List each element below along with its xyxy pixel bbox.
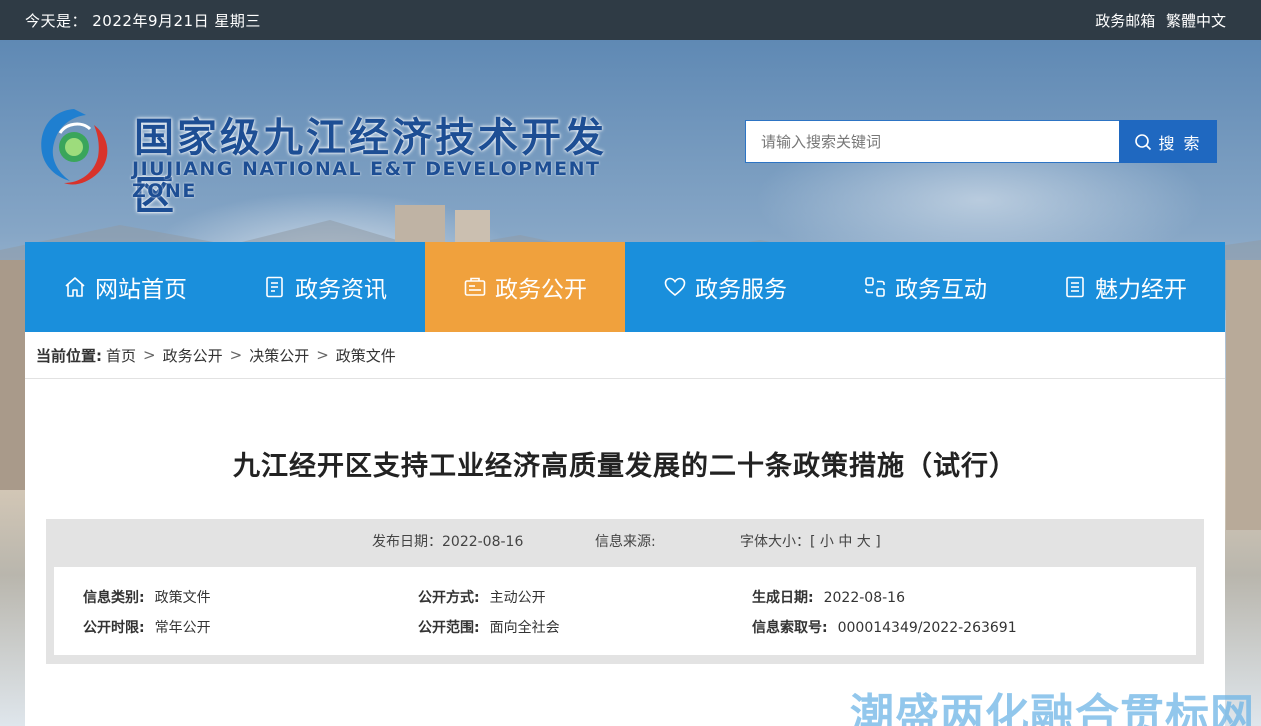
- heart-icon: [664, 277, 686, 297]
- notice-icon: [464, 277, 486, 296]
- info-key: 信息类别:: [83, 590, 145, 606]
- list-icon: [1066, 276, 1084, 298]
- info-key: 公开范围:: [418, 620, 480, 636]
- breadcrumb-decision-open[interactable]: 决策公开: [249, 345, 309, 366]
- info-scope: 公开范围: 面向全社会: [418, 617, 560, 637]
- info-index: 信息索取号: 000014349/2022-263691: [752, 617, 1017, 637]
- nav-item-label: 政务服务: [695, 277, 787, 303]
- interaction-icon: [865, 277, 885, 297]
- date-text: 今天是： 2022年9月21日 星期三: [25, 11, 261, 30]
- info-method: 公开方式: 主动公开: [418, 587, 546, 607]
- info-key: 生成日期:: [752, 590, 814, 606]
- nav-item-interaction[interactable]: 政务互动: [825, 242, 1025, 332]
- traditional-chinese-link[interactable]: 繁體中文: [1166, 12, 1226, 30]
- mailbox-link[interactable]: 政务邮箱: [1095, 12, 1155, 30]
- building-right: [1226, 260, 1261, 530]
- nav-item-label: 网站首页: [95, 277, 187, 303]
- publish-date: 发布日期：2022-08-16: [372, 534, 524, 550]
- search-input[interactable]: [745, 120, 1119, 163]
- nav-item-label: 魅力经开: [1095, 277, 1187, 303]
- info-category: 信息类别: 政策文件: [83, 587, 211, 607]
- info-value: 政策文件: [154, 590, 211, 606]
- search-icon: [1135, 133, 1152, 150]
- search-button[interactable]: 搜 索: [1119, 120, 1217, 163]
- content-panel: 当前位置: 首页 > 政务公开 > 决策公开 > 政策文件 九江经开区支持工业经…: [25, 332, 1225, 726]
- nav-item-services[interactable]: 政务服务: [625, 242, 825, 332]
- home-icon: [65, 277, 85, 297]
- top-links: 政务邮箱 繁體中文: [1089, 10, 1226, 31]
- meta-line: 发布日期：2022-08-16 信息来源: 字体大小：[ 小 中 大 ]: [46, 519, 1204, 559]
- logo-emblem-icon: [41, 109, 108, 185]
- breadcrumb-separator: >: [143, 346, 156, 364]
- info-table: 信息类别: 政策文件 公开方式: 主动公开 生成日期: 2022-08-16 公开时限…: [54, 567, 1196, 655]
- nav-item-news[interactable]: 政务资讯: [225, 242, 425, 332]
- main-nav: 网站首页 政务资讯 政务公开 政务服务 政务互动 魅力经开: [25, 242, 1225, 332]
- search-bar: 搜 索: [745, 120, 1217, 163]
- logo-subtitle: JIUJIANG NATIONAL E&T DEVELOPMENT ZONE: [132, 158, 601, 202]
- breadcrumb-gov-open[interactable]: 政务公开: [163, 345, 223, 366]
- building-left: [0, 260, 25, 490]
- info-source: 信息来源:: [595, 534, 656, 550]
- info-key: 公开方式:: [418, 590, 480, 606]
- breadcrumb-label: 当前位置:: [36, 346, 102, 365]
- breadcrumb: 当前位置: 首页 > 政务公开 > 决策公开 > 政策文件: [25, 332, 1225, 379]
- nav-item-home[interactable]: 网站首页: [25, 242, 225, 332]
- watermark: 潮盛两化融合贯标网: [850, 690, 1255, 726]
- article-title: 九江经开区支持工业经济高质量发展的二十条政策措施（试行）: [233, 451, 1017, 482]
- article-meta-box: 发布日期：2022-08-16 信息来源: 字体大小：[ 小 中 大 ] 信息类…: [46, 519, 1204, 664]
- info-value: 主动公开: [489, 590, 546, 606]
- nav-item-label: 政务公开: [495, 277, 587, 303]
- info-value: 2022-08-16: [823, 590, 905, 606]
- info-gen-date: 生成日期: 2022-08-16: [752, 587, 905, 607]
- info-key: 公开时限:: [83, 620, 145, 636]
- breadcrumb-policy-docs[interactable]: 政策文件: [336, 345, 396, 366]
- info-value: 000014349/2022-263691: [837, 620, 1017, 636]
- breadcrumb-home[interactable]: 首页: [106, 345, 136, 366]
- info-value: 面向全社会: [489, 620, 560, 636]
- breadcrumb-separator: >: [229, 346, 243, 364]
- document-icon: [266, 276, 283, 298]
- breadcrumb-separator: >: [316, 346, 329, 364]
- info-period: 公开时限: 常年公开: [83, 617, 211, 637]
- info-value: 常年公开: [154, 620, 211, 636]
- nav-item-gov-open[interactable]: 政务公开: [425, 242, 625, 332]
- nav-item-label: 政务互动: [895, 277, 987, 303]
- font-size-control[interactable]: 字体大小：[ 小 中 大 ]: [740, 531, 881, 551]
- info-key: 信息索取号:: [752, 620, 828, 636]
- nav-item-charm[interactable]: 魅力经开: [1025, 242, 1225, 332]
- top-bar: 今天是： 2022年9月21日 星期三 政务邮箱 繁體中文: [0, 0, 1261, 40]
- search-button-label: 搜 索: [1158, 133, 1202, 153]
- nav-item-label: 政务资讯: [295, 277, 387, 303]
- site-logo[interactable]: 国家级九江经济技术开发区 JIUJIANG NATIONAL E&T DEVEL…: [36, 103, 616, 219]
